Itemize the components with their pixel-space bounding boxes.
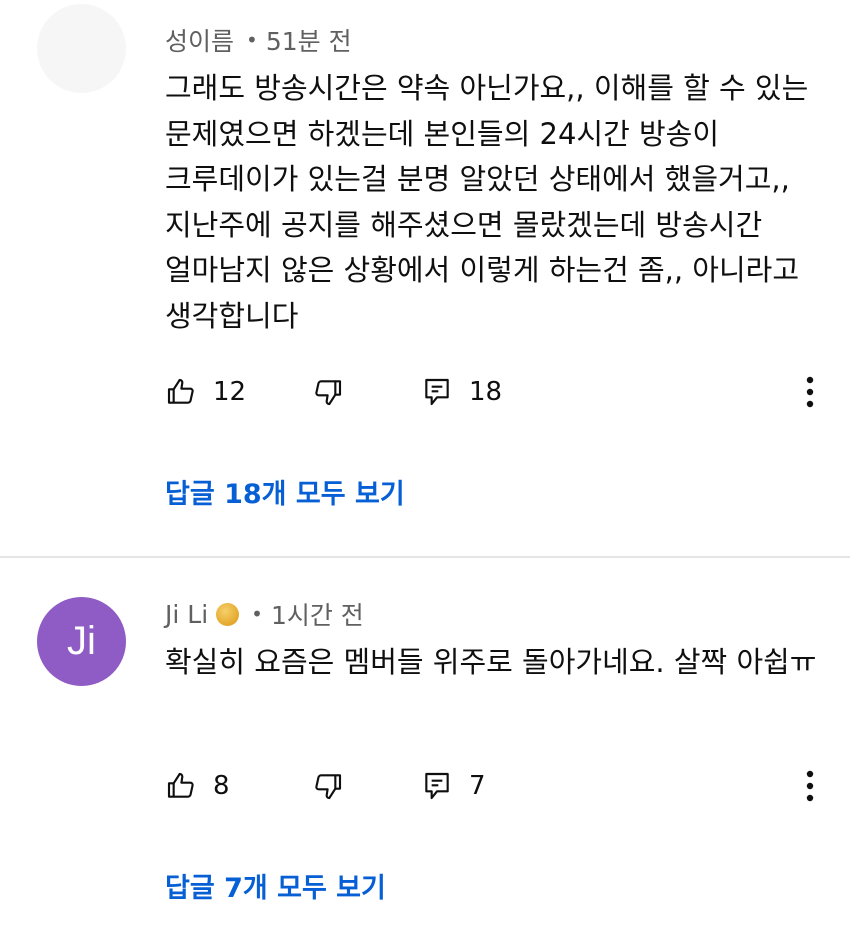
thumb-up-icon [167,772,194,798]
comment-meta: Ji Li • 1시간 전 [165,596,364,632]
avatar[interactable] [37,4,126,93]
comment-actions: 12 18 [0,370,850,414]
like-button[interactable]: 8 [165,764,230,808]
thumb-down-icon [315,774,342,800]
reply-icon [425,378,449,406]
separator-dot: • [246,28,258,52]
author-name[interactable]: Ji Li [165,600,208,629]
like-count: 12 [213,377,247,407]
reply-button[interactable]: 7 [421,764,486,808]
reply-count: 7 [469,771,486,801]
author-name[interactable]: 성이름 [165,22,234,58]
comment-thread: 성이름 • 51분 전 그래도 방송시간은 약속 아닌가요,, 이해를 할 수 … [0,0,850,556]
view-replies-link[interactable]: 답글 7개 모두 보기 [165,866,386,905]
comment-text: 그래도 방송시간은 약속 아닌가요,, 이해를 할 수 있는 문제였으면 하겠는… [165,71,809,333]
reply-button[interactable]: 18 [421,370,502,414]
comment-time: 1시간 전 [270,601,364,630]
thumb-up-icon [167,378,194,404]
reply-icon [425,772,449,800]
comment-thread-content [0,558,850,937]
more-options-button[interactable] [796,370,824,414]
like-count: 8 [213,771,230,801]
more-vert-icon [806,770,814,802]
comment-text: 확실히 요즘은 멤버들 위주로 돌아가네요. 살짝 아쉽ㅠ [165,645,817,679]
separator-dot: • [251,602,263,626]
like-button[interactable]: 12 [165,370,246,414]
dislike-button[interactable] [312,764,344,808]
comment-meta: 성이름 • 51분 전 [165,22,352,58]
comment-time: 51분 전 [265,27,352,56]
more-vert-icon [806,376,814,408]
reply-count: 18 [469,377,503,407]
dislike-button[interactable] [312,370,344,414]
comment-actions: 8 7 [0,764,850,808]
more-options-button[interactable] [796,764,824,808]
thumb-down-icon [315,380,342,406]
membership-badge-icon [216,602,240,626]
view-replies-link[interactable]: 답글 18개 모두 보기 [165,472,405,511]
